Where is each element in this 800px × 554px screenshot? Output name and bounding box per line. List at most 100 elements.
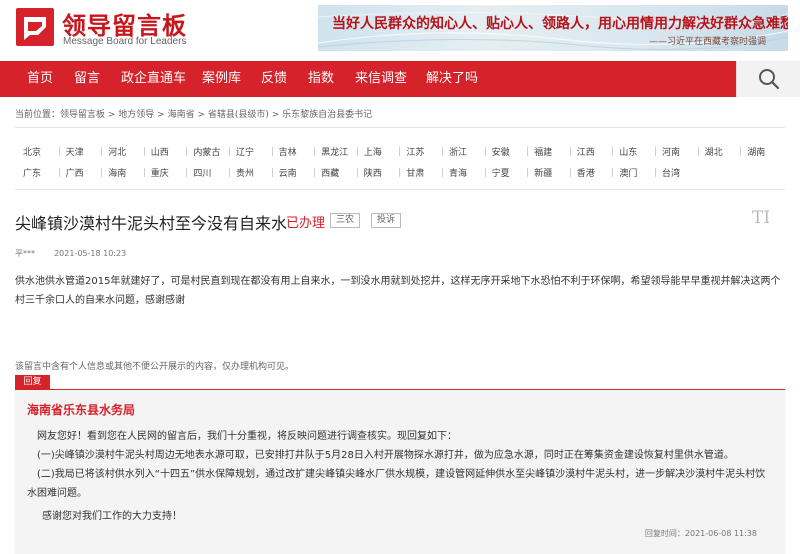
nav-item-cases[interactable]: 案例库 [202,61,241,97]
logo-subtitle: Message Board for Leaders [63,36,187,47]
region-link[interactable]: 广西 [66,166,84,179]
reply-paragraph: (二)我局已将该村供水列入“十四五”供水保障规划，通过改扩建尖峰镇尖峰水厂供水规… [27,469,766,499]
region-separator [484,147,486,156]
region-separator [569,168,571,177]
divider [15,127,785,128]
region-link[interactable]: 北京 [23,145,41,158]
region-separator [442,147,443,156]
region-separator [569,147,571,156]
region-separator [101,147,103,156]
region-separator [612,168,614,177]
region-separator [229,168,230,177]
main-nav: 首页 留言 政企直通车 案例库 反馈 指数 来信调查 解决了吗 [0,61,800,97]
banner-quote: 当好人民群众的知心人、贴心人、领路人，用心用情用力解决好群众急难愁盼问题。 [332,16,788,32]
region-link[interactable]: 澳门 [619,166,637,179]
region-link[interactable]: 上海 [364,145,382,158]
region-link[interactable]: 河南 [662,145,680,158]
message-time: 2021-05-18 10:23 [54,249,127,258]
region-link[interactable]: 宁夏 [492,166,510,179]
region-separator [356,147,358,156]
breadcrumb: 当前位置：领导留言板 > 地方领导 > 海南省 > 省辖县(县级市) > 乐东黎… [15,107,372,120]
region-link[interactable]: 湖南 [747,145,765,158]
font-size-icon[interactable]: TI [752,208,770,228]
reply-date: 回复时间：2021-06-08 11:38 [644,529,757,538]
nav-item-home[interactable]: 首页 [27,61,53,97]
region-separator [697,147,699,156]
logo-mark-icon [16,8,54,46]
complaint-tag[interactable]: 投诉 [371,213,402,228]
region-link[interactable]: 台湾 [662,166,680,179]
nav-item-feedback[interactable]: 反馈 [261,61,287,97]
site-logo[interactable]: 领导留言板 Message Board for Leaders [16,6,196,52]
nav-item-message[interactable]: 留言 [74,61,100,97]
nav-item-enterprise[interactable]: 政企直通车 [121,61,186,97]
region-separator [527,147,529,156]
message-title: 尖峰镇沙漠村牛泥头村至今没有自来水 [15,214,288,233]
nav-item-solved[interactable]: 解决了吗 [426,61,478,97]
reply-badge: 回复 [15,375,50,389]
region-separator [314,168,316,177]
region-link[interactable]: 西藏 [321,166,339,179]
message-author: 平*** [15,249,35,258]
region-link[interactable]: 河北 [108,145,126,158]
region-link[interactable]: 青海 [449,166,467,179]
region-link[interactable]: 江西 [577,145,595,158]
region-link[interactable]: 湖北 [705,145,723,158]
reply-panel: 海南省乐东县水务局 网友您好！看到您在人民网的留言后，我们十分重视，将反映问题进… [15,390,785,554]
region-separator [655,147,656,156]
region-link[interactable]: 天津 [66,145,84,158]
region-link[interactable]: 云南 [279,166,297,179]
region-separator [527,168,529,177]
header-banner: 当好人民群众的知心人、贴心人、领路人，用心用情用力解决好群众急难愁盼问题。 ——… [318,5,788,51]
reply-paragraph: 感谢您对我们工作的大力支持！ [42,511,182,522]
region-link[interactable]: 四川 [193,166,211,179]
region-link[interactable]: 黑龙江 [321,145,348,158]
region-separator [484,168,486,177]
breadcrumb-item[interactable]: 地方领导 [118,110,154,120]
region-link[interactable]: 山西 [151,145,169,158]
region-separator [229,147,230,156]
region-separator [442,168,443,177]
region-link[interactable]: 福建 [534,145,552,158]
message-meta: 平*** 2021-05-18 10:23 [15,248,126,259]
region-link[interactable]: 贵州 [236,166,254,179]
breadcrumb-item[interactable]: 海南省 [168,110,195,120]
region-link[interactable]: 辽宁 [236,145,254,158]
message-body: 供水池供水管道2015年就建好了，可是村民直到现在都没有用上自来水，一到没水用就… [15,276,781,306]
region-link[interactable]: 海南 [108,166,126,179]
region-link[interactable]: 安徽 [492,145,510,158]
region-separator [271,168,273,177]
breadcrumb-separator: > [154,110,168,120]
breadcrumb-item[interactable]: 乐东黎族自治县委书记 [282,110,372,120]
region-link[interactable]: 广东 [23,166,41,179]
region-link[interactable]: 内蒙古 [193,145,220,158]
region-link[interactable]: 重庆 [151,166,169,179]
search-button[interactable] [736,61,800,97]
nav-item-index[interactable]: 指数 [308,61,334,97]
region-link[interactable]: 新疆 [534,166,552,179]
breadcrumb-item[interactable]: 省辖县(县级市) [208,110,269,120]
region-separator [186,168,188,177]
divider [15,189,785,190]
region-link[interactable]: 山东 [619,145,637,158]
region-separator [143,168,145,177]
breadcrumb-prefix: 当前位置： [15,110,61,120]
region-link[interactable]: 陕西 [364,166,382,179]
status-badge: 已办理 [286,216,326,231]
region-link[interactable]: 浙江 [449,145,467,158]
region-link[interactable]: 香港 [577,166,595,179]
region-separator [314,147,316,156]
category-tag[interactable]: 三农 [330,213,361,228]
region-separator [271,147,273,156]
reply-paragraph: (一)尖峰镇沙漠村牛泥头村周边无地表水源可取，已安排打井队于5月28日入村开展物… [37,450,734,461]
region-link[interactable]: 吉林 [279,145,297,158]
nav-item-survey[interactable]: 来信调查 [355,61,407,97]
region-separator [655,168,656,177]
banner-author: ——习近平在西藏考察时强调 [648,37,766,47]
region-separator [399,168,401,177]
region-link[interactable]: 江苏 [406,145,424,158]
region-link[interactable]: 甘肃 [406,166,424,179]
region-separator [356,168,358,177]
breadcrumb-separator: > [105,110,119,120]
breadcrumb-item[interactable]: 领导留言板 [60,110,105,120]
